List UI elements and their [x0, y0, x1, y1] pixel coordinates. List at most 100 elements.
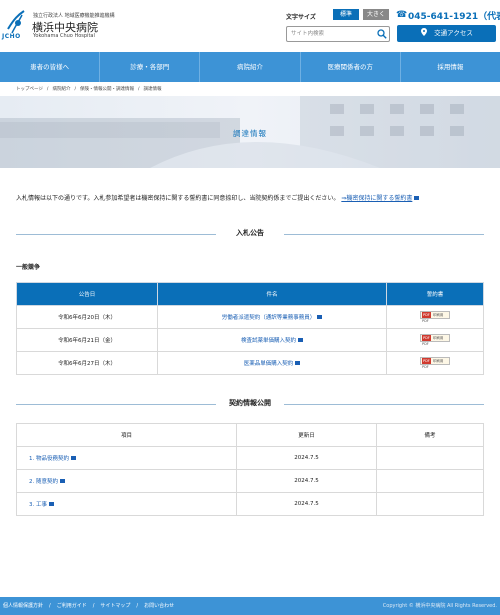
- table-header-row: 項目 更新日 備考: [16, 423, 484, 447]
- contract-updated: 2024.7.5: [236, 469, 377, 493]
- bid-pdf-cell: PDF 印刷用PDF: [386, 351, 484, 375]
- bids-heading-text: 入札公告: [236, 229, 264, 237]
- bid-title-link[interactable]: 検査試薬単価購入契約: [241, 338, 296, 344]
- footer-sep: /: [92, 603, 95, 609]
- contract-updated: 2024.7.5: [236, 446, 377, 470]
- table-row: 1. 物品役務契約 2024.7.5: [16, 446, 484, 470]
- table-row: 3. 工事 2024.7.5: [16, 492, 484, 516]
- contracts-heading: 契約情報公開: [16, 398, 484, 410]
- contract-item-link[interactable]: 3. 工事: [29, 502, 47, 508]
- nav-medical-professionals[interactable]: 医療関係者の方: [301, 52, 401, 82]
- phone-icon: ☎: [396, 10, 408, 20]
- search-icon[interactable]: [377, 29, 387, 39]
- phone-number[interactable]: 045-641-1921（代表）: [408, 9, 500, 22]
- external-window-icon: [414, 196, 420, 200]
- external-window-icon: [71, 456, 76, 460]
- pledge-link[interactable]: ⇒機密保持に関する誓約書: [341, 195, 412, 202]
- col-note: 備考: [376, 423, 484, 447]
- contract-note: [376, 492, 484, 516]
- footer-link-guide[interactable]: ご利用ガイド: [57, 603, 87, 609]
- bid-title-cell: 医薬品単価購入契約: [157, 351, 387, 375]
- intro-body: 入札情報は以下の通りです。入札参加希望者は機密保持に関する誓約書に同意捺印し、当…: [16, 195, 340, 202]
- contracts-heading-text: 契約情報公開: [229, 399, 271, 407]
- breadcrumb-sep: /: [137, 87, 140, 92]
- bids-heading: 入札公告: [16, 228, 484, 240]
- external-window-icon: [49, 502, 54, 506]
- org-name: 独立行政法人 地域医療機能推進機構: [33, 13, 115, 19]
- font-size-standard-button[interactable]: 標準: [333, 9, 359, 20]
- bid-title-cell: 検査試薬単価購入契約: [157, 328, 387, 352]
- font-size-label: 文字サイズ: [286, 14, 316, 21]
- nav-departments[interactable]: 診療・各部門: [100, 52, 201, 82]
- site-footer: 個人情報保護方針 / ご利用ガイド / サイトマップ / お問い合わせ Copyright …: [0, 597, 500, 615]
- table-row: 2. 随意契約 2024.7.5: [16, 469, 484, 493]
- col-title: 件名: [157, 282, 387, 306]
- access-label: 交通アクセス: [434, 29, 473, 37]
- footer-sep: /: [136, 603, 139, 609]
- bid-title-cell: 労働者派遣契約（通訳等業務事務員）: [157, 305, 387, 329]
- external-window-icon: [317, 315, 323, 319]
- contract-note: [376, 469, 484, 493]
- contract-item-link[interactable]: 2. 随意契約: [29, 479, 58, 485]
- col-date: 公告日: [16, 282, 158, 306]
- access-button[interactable]: 交通アクセス: [397, 25, 496, 42]
- pdf-icon: PDF: [422, 311, 431, 318]
- breadcrumb-about[interactable]: 病院紹介: [52, 87, 70, 92]
- hospital-name-en: Yokohama Chuo Hospital: [33, 33, 95, 39]
- bid-date: 令和6年6月20日（木）: [16, 305, 158, 329]
- table-row: 令和6年6月21日（金） 検査試薬単価購入契約 PDF 印刷用PDF: [16, 328, 484, 352]
- logo-text: JCHO: [2, 33, 21, 40]
- table-row: 令和6年6月27日（木） 医薬品単価購入契約 PDF 印刷用PDF: [16, 351, 484, 375]
- breadcrumb: トップページ / 病院紹介 / 保険・情報公開・調達情報 / 調達情報: [16, 86, 166, 92]
- nav-patients[interactable]: 患者の皆様へ: [0, 52, 101, 82]
- bid-pdf-cell: PDF 印刷用PDF: [386, 305, 484, 329]
- external-window-icon: [60, 479, 65, 483]
- page-title: 調達情報: [233, 129, 267, 138]
- external-window-icon: [298, 338, 303, 342]
- contracts-table: 項目 更新日 備考 1. 物品役務契約 2024.7.5 2. 随意契約 202…: [16, 423, 484, 516]
- footer-link-contact[interactable]: お問い合わせ: [144, 603, 174, 609]
- breadcrumb-sep: /: [74, 87, 76, 92]
- footer-link-privacy[interactable]: 個人情報保護方針: [3, 603, 43, 609]
- breadcrumb-current: 調達情報: [143, 87, 162, 92]
- external-window-icon: [295, 361, 301, 365]
- bids-table: 公告日 件名 誓約書 令和6年6月20日（木） 労働者派遣契約（通訳等業務事務員…: [16, 282, 484, 375]
- footer-links: 個人情報保護方針 / ご利用ガイド / サイトマップ / お問い合わせ: [3, 602, 180, 609]
- bid-date: 令和6年6月21日（金）: [16, 328, 158, 352]
- pdf-button[interactable]: PDF 印刷用PDF: [420, 310, 450, 323]
- table-row: 令和6年6月20日（木） 労働者派遣契約（通訳等業務事務員） PDF 印刷用PDF: [16, 305, 484, 329]
- contract-updated: 2024.7.5: [236, 492, 377, 516]
- contract-item-cell: 2. 随意契約: [16, 469, 237, 493]
- pdf-icon: PDF: [422, 334, 431, 341]
- table-header-row: 公告日 件名 誓約書: [16, 282, 484, 306]
- breadcrumb-sep: /: [46, 87, 49, 92]
- breadcrumb-top[interactable]: トップページ: [16, 87, 43, 92]
- footer-link-sitemap[interactable]: サイトマップ: [100, 603, 130, 609]
- pdf-button[interactable]: PDF 印刷用PDF: [420, 356, 450, 369]
- pdf-icon: PDF: [422, 357, 431, 364]
- site-header: JCHO 独立行政法人 地域医療機能推進機構 横浜中央病院 Yokohama C…: [0, 0, 500, 52]
- map-pin-icon: [421, 28, 428, 36]
- col-item: 項目: [16, 423, 237, 447]
- contract-note: [376, 446, 484, 470]
- col-pledge: 誓約書: [386, 282, 484, 306]
- contract-item-cell: 3. 工事: [16, 492, 237, 516]
- contract-item-link[interactable]: 1. 物品役務契約: [29, 456, 69, 462]
- bid-pdf-cell: PDF 印刷用PDF: [386, 328, 484, 352]
- col-updated: 更新日: [236, 423, 377, 447]
- bid-title-link[interactable]: 医薬品単価購入契約: [244, 361, 294, 367]
- search-input[interactable]: [286, 26, 390, 42]
- global-nav: 患者の皆様へ 診療・各部門 病院紹介 医療関係者の方 採用情報: [0, 52, 500, 82]
- bids-subheading: 一般競争: [16, 264, 41, 271]
- copyright: Copyright © 横浜中央病院 All Rights Reserved.: [382, 603, 497, 609]
- breadcrumb-disclosure[interactable]: 保険・情報公開・調達情報: [80, 87, 134, 92]
- contract-item-cell: 1. 物品役務契約: [16, 446, 237, 470]
- nav-recruit[interactable]: 採用情報: [401, 52, 500, 82]
- nav-about[interactable]: 病院紹介: [200, 52, 301, 82]
- footer-sep: /: [49, 603, 51, 609]
- intro-text: 入札情報は以下の通りです。入札参加希望者は機密保持に関する誓約書に同意捺印し、当…: [16, 193, 420, 202]
- bid-title-link[interactable]: 労働者派遣契約（通訳等業務事務員）: [222, 315, 316, 321]
- pdf-button[interactable]: PDF 印刷用PDF: [420, 333, 450, 346]
- bid-date: 令和6年6月27日（木）: [16, 351, 158, 375]
- font-size-large-button[interactable]: 大きく: [363, 9, 389, 20]
